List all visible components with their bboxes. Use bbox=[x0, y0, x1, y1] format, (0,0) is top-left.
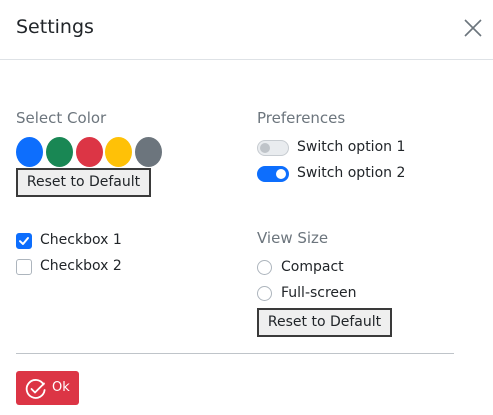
checkbox-1[interactable] bbox=[16, 233, 32, 249]
reset-color-button[interactable]: Reset to Default bbox=[16, 168, 151, 197]
switch-knob bbox=[260, 143, 270, 153]
reset-view-size-button[interactable]: Reset to Default bbox=[257, 308, 392, 337]
check-icon bbox=[19, 237, 29, 245]
ok-button[interactable]: Ok bbox=[16, 371, 79, 405]
dialog-header: Settings bbox=[0, 0, 493, 60]
color-swatch-yellow[interactable] bbox=[105, 137, 132, 167]
switch-option-2-label: Switch option 2 bbox=[297, 165, 406, 181]
select-color-title: Select Color bbox=[16, 109, 107, 127]
preferences-title: Preferences bbox=[257, 109, 346, 127]
checkbox-2[interactable] bbox=[16, 259, 32, 275]
checkbox-1-label: Checkbox 1 bbox=[40, 232, 122, 248]
color-swatch-green[interactable] bbox=[46, 137, 73, 167]
radio-full-screen[interactable] bbox=[257, 286, 272, 301]
checkbox-2-label: Checkbox 2 bbox=[40, 258, 122, 274]
ok-button-label: Ok bbox=[52, 380, 70, 395]
dialog-title: Settings bbox=[16, 16, 94, 38]
settings-dialog: Settings Select Color Reset to Default P… bbox=[0, 0, 493, 415]
color-swatch-blue[interactable] bbox=[16, 137, 43, 167]
switch-option-1-toggle[interactable] bbox=[257, 140, 289, 156]
check-circle-icon bbox=[25, 379, 46, 399]
switch-knob bbox=[276, 169, 286, 179]
radio-compact-label: Compact bbox=[281, 259, 344, 275]
view-size-title: View Size bbox=[257, 229, 329, 247]
close-icon[interactable] bbox=[463, 18, 483, 38]
radio-compact[interactable] bbox=[257, 260, 272, 275]
color-swatch-gray[interactable] bbox=[135, 137, 162, 167]
switch-option-1-label: Switch option 1 bbox=[297, 139, 406, 155]
radio-full-screen-label: Full-screen bbox=[281, 285, 357, 301]
switch-option-2-toggle[interactable] bbox=[257, 166, 289, 182]
color-swatch-red[interactable] bbox=[76, 137, 103, 167]
footer-divider bbox=[16, 353, 454, 354]
